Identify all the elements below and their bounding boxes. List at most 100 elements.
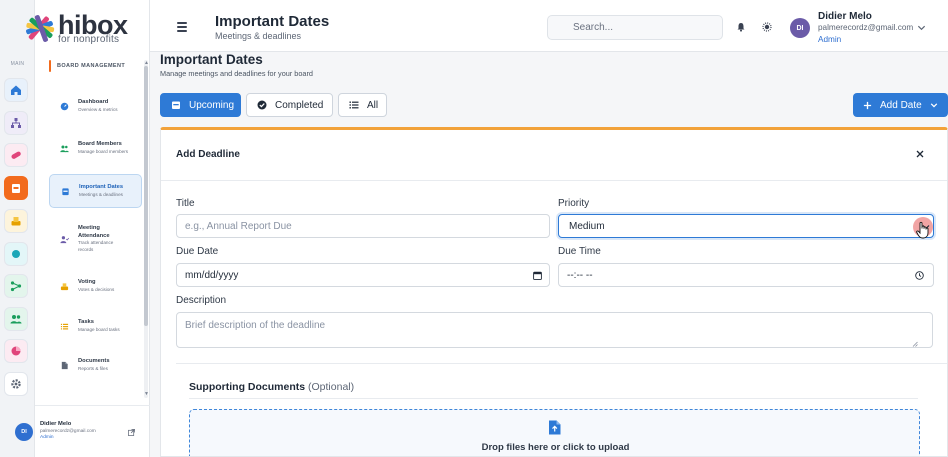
vote-icon <box>11 217 21 226</box>
supporting-documents-section: Supporting Documents (Optional) Drop fil… <box>176 363 947 456</box>
priority-select[interactable]: Medium <box>558 214 934 239</box>
tab-upcoming[interactable]: Upcoming <box>160 93 241 117</box>
rail-settings-button[interactable] <box>4 372 28 396</box>
resize-handle-icon[interactable] <box>912 341 918 347</box>
gear-icon <box>11 379 21 389</box>
scroll-down-icon[interactable]: ▼ <box>144 391 149 397</box>
card-title: Add Deadline <box>176 149 240 160</box>
home-icon <box>11 85 21 95</box>
sidebar-item-documents[interactable]: Documents Reports & files <box>49 353 142 377</box>
rail-share-button[interactable] <box>4 274 28 298</box>
sidebar-item-tasks[interactable]: Tasks Manage board tasks <box>49 314 142 338</box>
rail-users-button[interactable] <box>4 307 28 331</box>
priority-value: Medium <box>569 221 605 232</box>
search-input[interactable] <box>573 22 713 33</box>
calendar-icon <box>12 184 20 193</box>
title-input[interactable] <box>176 214 550 238</box>
users-icon <box>10 315 22 324</box>
add-deadline-card: Add Deadline Title Priority Medium Due D… <box>160 127 948 457</box>
rail-section-label: MAIN <box>10 61 25 67</box>
users-icon <box>59 144 69 152</box>
drop-zone-text: Drop files here or click to upload <box>481 442 630 453</box>
rail-org-button[interactable] <box>4 111 28 135</box>
sidebar-item-voting[interactable]: Voting Votes & decisions <box>49 274 142 298</box>
sidebar-divider <box>35 405 150 406</box>
clock-icon[interactable] <box>915 271 924 280</box>
search-box[interactable] <box>547 15 723 40</box>
external-link-icon[interactable] <box>128 429 135 436</box>
due-date-input[interactable]: mm/dd/yyyy <box>176 263 550 287</box>
priority-label: Priority <box>558 198 590 209</box>
add-date-button[interactable]: Add Date <box>853 93 948 117</box>
tab-label: Upcoming <box>189 99 235 111</box>
sidebar-item-dashboard[interactable]: Dashboard Overview & metrics <box>49 94 142 118</box>
section-divider <box>189 398 918 399</box>
header-title: Important Dates <box>215 13 330 30</box>
user-check-icon <box>59 235 69 243</box>
close-icon[interactable] <box>916 150 924 158</box>
brand-tagline: for nonprofits <box>58 34 120 45</box>
title-label: Title <box>176 198 195 209</box>
calendar-icon <box>61 187 69 195</box>
rail-circle-button[interactable] <box>4 242 28 266</box>
share-icon <box>10 281 22 292</box>
vote-icon <box>60 282 68 290</box>
bell-icon[interactable] <box>736 22 746 32</box>
sidebar-item-title: Tasks <box>78 319 95 326</box>
rail-pie-button[interactable] <box>4 339 28 363</box>
icon-rail: MAIN <box>0 0 35 457</box>
sidebar-item-title: Dashboard <box>78 99 109 106</box>
header-user-role: Admin <box>818 35 842 44</box>
sidebar-section-label: BOARD MANAGEMENT <box>57 63 126 69</box>
page-subtitle: Manage meetings and deadlines for your b… <box>160 69 313 78</box>
sidebar-item-title: Voting <box>78 279 96 286</box>
header-user-avatar: DI <box>790 18 810 38</box>
card-header: Add Deadline <box>161 130 947 181</box>
sidebar-item-title: Documents <box>78 358 110 365</box>
section-accent-bar <box>49 60 51 72</box>
sidebar-item-subtitle: Votes & decisions <box>78 286 115 292</box>
rail-pill-button[interactable] <box>4 143 28 167</box>
description-textarea[interactable] <box>176 312 933 348</box>
org-chart-icon <box>11 118 21 128</box>
header-subtitle: Meetings & deadlines <box>215 31 302 41</box>
tab-completed[interactable]: Completed <box>246 93 333 117</box>
pill-icon <box>11 151 21 159</box>
check-circle-icon <box>257 100 267 110</box>
sidebar-user-role: Admin <box>40 435 54 440</box>
sidebar-item-title: Meeting Attendance <box>78 225 110 239</box>
calendar-icon[interactable] <box>533 271 542 280</box>
header-user-name: Didier Melo <box>818 11 872 22</box>
sidebar-item-board-members[interactable]: Board Members Manage board members <box>49 133 142 163</box>
header-user-email: palmerecordz@gmail.com <box>818 23 914 32</box>
supporting-documents-label: Supporting Documents <box>189 381 306 393</box>
due-time-input[interactable]: --:-- -- <box>558 263 934 287</box>
hand-cursor-icon <box>916 221 929 239</box>
tab-all[interactable]: All <box>338 93 387 117</box>
file-drop-zone[interactable]: Drop files here or click to upload <box>189 409 920 456</box>
rail-vote-button[interactable] <box>4 209 28 233</box>
add-date-label: Add Date <box>880 99 922 111</box>
menu-toggle-icon[interactable] <box>177 22 187 32</box>
pie-chart-icon <box>11 346 21 356</box>
sidebar-scrollbar-thumb[interactable] <box>144 66 148 326</box>
rail-calendar-button[interactable] <box>4 176 28 200</box>
supporting-documents-title: Supporting Documents (Optional) <box>189 381 354 393</box>
sidebar-item-meeting-attendance[interactable]: Meeting Attendance Track attendance recor… <box>49 221 142 257</box>
sidebar-item-title: Important Dates <box>79 184 124 191</box>
chevron-down-icon <box>930 103 937 108</box>
top-header: Important Dates Meetings & deadlines DI … <box>150 0 948 52</box>
sidebar-user-name: Didier Melo <box>40 421 72 427</box>
sidebar-section-header: BOARD MANAGEMENT <box>49 60 125 72</box>
scroll-up-icon[interactable]: ▲ <box>144 60 149 66</box>
sidebar-user-avatar[interactable]: DI <box>15 423 33 441</box>
sidebar-item-title: Board Members <box>78 141 122 148</box>
sidebar-item-subtitle: Reports & files <box>78 365 108 371</box>
sidebar-item-important-dates[interactable]: Important Dates Meetings & deadlines <box>49 174 142 208</box>
rail-home-button[interactable] <box>4 78 28 102</box>
list-icon <box>60 323 68 329</box>
description-label: Description <box>176 295 227 306</box>
sidebar-user-email: palmerecordz@gmail.com <box>40 429 96 434</box>
sun-icon[interactable] <box>762 22 772 32</box>
sidebar-user-info: Didier Melo palmerecordz@gmail.com Admin <box>40 421 96 440</box>
